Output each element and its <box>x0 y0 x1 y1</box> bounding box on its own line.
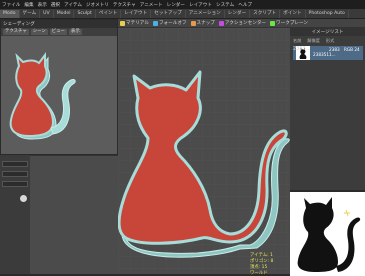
status-line: ワールド <box>250 271 268 276</box>
floating-window-title: シェーディング <box>1 20 117 28</box>
cat-model[interactable] <box>117 28 290 274</box>
menu-item[interactable]: システム <box>216 2 234 8</box>
panel-title: イメージリスト <box>290 28 365 36</box>
toolbar-button[interactable]: アクションセンター <box>218 20 267 26</box>
column-header[interactable]: 形式 <box>326 38 334 44</box>
property-field[interactable] <box>2 161 28 167</box>
row-format: RGB 24 <box>344 47 360 52</box>
radio-icon[interactable] <box>20 195 27 202</box>
tab[interactable]: ポイント <box>280 9 306 18</box>
tab[interactable]: Photoshop Auto <box>306 9 349 18</box>
viewport-option-button[interactable]: テクスチャ <box>3 29 29 35</box>
viewport-option-button[interactable]: 表示 <box>68 29 82 35</box>
toolbar-button[interactable]: フォールオフ <box>152 20 187 26</box>
tool-icon <box>120 20 125 26</box>
toolbar-button[interactable]: ワークプレーン <box>270 20 308 26</box>
tool-bar: マテリアル フォールオフ スナップ アクションセンター ワークプレーン <box>118 19 365 28</box>
image-preview <box>290 190 365 276</box>
tab-bar: Modo ゲーム UV Model Sculpt ペイント レイアウト セットアップ アニメーシ… <box>0 9 365 19</box>
viewport-option-button[interactable]: ビュー <box>49 29 67 35</box>
tab[interactable]: ペイント <box>96 9 122 18</box>
status-readout: アイテム: 1 ポリゴン: 8 頂点: 15 ワールド <box>250 252 273 276</box>
tab[interactable]: セットアップ <box>151 9 186 18</box>
property-field[interactable] <box>2 181 28 187</box>
main-viewport[interactable] <box>117 28 290 274</box>
floating-window-viewport[interactable] <box>1 36 117 154</box>
tool-icon <box>270 20 276 26</box>
menu-item[interactable]: 表示 <box>38 2 47 8</box>
viewport-option-button[interactable]: シーン <box>30 29 48 35</box>
tab[interactable]: レイアウト <box>121 9 152 18</box>
tool-label: ワークプレーン <box>276 21 308 26</box>
tool-icon <box>190 20 196 26</box>
menu-item[interactable]: テクスチャ <box>113 2 136 8</box>
menu-item[interactable]: レイアウト <box>189 2 212 8</box>
properties-strip <box>0 155 30 274</box>
menu-item[interactable]: 選択 <box>51 2 60 8</box>
row-subtext: 2383511... <box>313 52 336 57</box>
floating-viewport-window[interactable]: シェーディング テクスチャ シーン ビュー 表示 <box>0 19 118 155</box>
divider <box>30 155 118 156</box>
menu-bar: ファイル 編集 表示 選択 アイテム ジオメトリ テクスチャ アニメート レンダー レイアウト シス… <box>0 0 365 9</box>
tool-label: フォールオフ <box>158 21 187 26</box>
table-header: 名前 解像度 形式 <box>293 38 363 44</box>
menu-item[interactable]: ジオメトリ <box>86 2 109 8</box>
tab[interactable]: Modo <box>0 9 20 18</box>
tab[interactable]: ゲーム <box>20 9 41 18</box>
tab[interactable]: レンダー <box>225 9 251 18</box>
tool-icon <box>218 20 224 26</box>
menu-item[interactable]: 編集 <box>24 2 33 8</box>
tool-icon <box>152 20 158 26</box>
tab[interactable]: UV <box>40 9 54 18</box>
row-name: 2383... <box>293 46 311 60</box>
menu-item[interactable]: ファイル <box>2 2 20 8</box>
cat-preview-model <box>9 52 76 140</box>
tool-label: マテリアル <box>126 21 149 26</box>
menu-item[interactable]: アイテム <box>64 2 82 8</box>
toolbar-button[interactable]: スナップ <box>190 20 215 26</box>
tab[interactable]: Sculpt <box>74 9 96 18</box>
cat-silhouette-image <box>297 197 361 272</box>
tool-label: アクションセンター <box>224 21 267 26</box>
floating-window-toolbar: テクスチャ シーン ビュー 表示 <box>1 28 117 36</box>
tool-label: スナップ <box>196 21 215 26</box>
tab[interactable]: アニメーション <box>186 9 225 18</box>
toolbar-button[interactable]: マテリアル <box>120 20 149 26</box>
column-header[interactable]: 解像度 <box>307 38 320 44</box>
tab[interactable]: スクリプト <box>250 9 281 18</box>
menu-item[interactable]: アニメート <box>140 2 163 8</box>
menu-item[interactable]: ヘルプ <box>238 2 252 8</box>
property-field[interactable] <box>2 171 28 177</box>
menu-item[interactable]: レンダー <box>167 2 185 8</box>
tab[interactable]: Model <box>54 9 75 18</box>
column-header[interactable]: 名前 <box>293 38 301 44</box>
